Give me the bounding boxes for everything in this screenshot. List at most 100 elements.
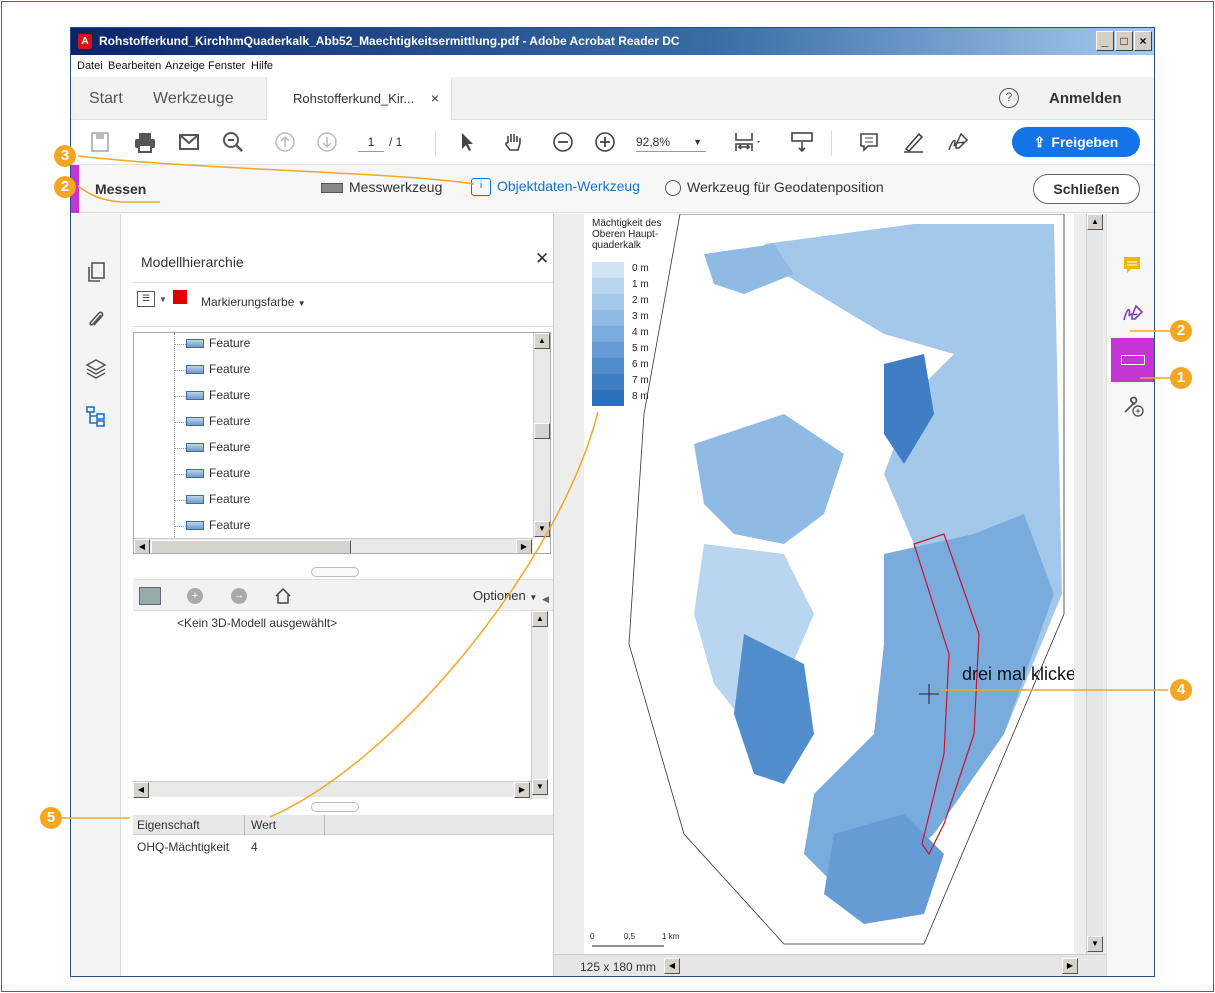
help-icon[interactable]: ?: [999, 88, 1019, 108]
collapse-all-icon[interactable]: →: [231, 588, 247, 604]
scroll-down-button[interactable]: ▼: [534, 521, 550, 537]
scroll-up-button[interactable]: ▲: [1087, 214, 1103, 230]
horizontal-scroll-thumb[interactable]: [151, 540, 351, 553]
scroll-right-button[interactable]: ▶: [1062, 958, 1078, 974]
save-icon[interactable]: [89, 130, 111, 154]
highlight-pen-icon[interactable]: [901, 130, 927, 154]
tab-werkzeuge[interactable]: Werkzeuge: [153, 77, 234, 120]
tab-start[interactable]: Start: [89, 77, 123, 120]
tree-feature-item[interactable]: Feature: [186, 440, 250, 458]
collapse-panel-icon[interactable]: ◀: [542, 594, 549, 605]
comment-icon[interactable]: [857, 130, 881, 154]
geo-location-tool-button[interactable]: Werkzeug für Geodatenposition: [665, 179, 884, 197]
menu-hilfe[interactable]: Hilfe: [251, 60, 273, 72]
property-table-header: Eigenschaft Wert: [133, 815, 553, 835]
scroll-down-button[interactable]: ▼: [532, 779, 548, 795]
anmelden-link[interactable]: Anmelden: [1049, 77, 1122, 120]
document-vertical-scrollbar[interactable]: ▲ ▼: [1086, 214, 1103, 954]
close-panel-icon[interactable]: ✕: [535, 249, 549, 269]
status-bar: 125 x 180 mm ◀ ▶: [554, 954, 1106, 976]
feature-icon: [186, 339, 204, 349]
callout-2-right: 2: [1170, 320, 1192, 342]
page-number-input[interactable]: 1: [358, 132, 384, 152]
callout-1: 1: [1170, 367, 1192, 389]
layers-icon[interactable]: [84, 356, 108, 380]
zoom-search-icon[interactable]: [221, 130, 245, 154]
tree-feature-item[interactable]: Feature: [186, 518, 250, 536]
property-column-header[interactable]: Eigenschaft: [133, 815, 245, 835]
feature-icon: [186, 443, 204, 453]
scroll-up-button[interactable]: ▲: [534, 333, 550, 349]
tree-feature-item[interactable]: Feature: [186, 336, 250, 354]
attachment-icon[interactable]: [84, 308, 108, 332]
expand-all-icon[interactable]: +: [187, 588, 203, 604]
menu-bearbeiten[interactable]: Bearbeiten: [108, 60, 161, 72]
scroll-right-button[interactable]: ▶: [516, 539, 532, 553]
measure-tool-active-button[interactable]: [1111, 338, 1154, 382]
panel-splitter-handle[interactable]: [311, 567, 359, 577]
menu-fenster[interactable]: Fenster: [208, 60, 245, 72]
mail-icon[interactable]: [177, 130, 201, 154]
more-tools-icon[interactable]: [1121, 394, 1145, 418]
options-menu[interactable]: Optionen ▼: [473, 588, 537, 603]
model-list[interactable]: <Kein 3D-Modell ausgewählt> ▲ ▼: [133, 611, 553, 799]
marker-color-dropdown[interactable]: Markierungsfarbe ▼: [201, 295, 306, 309]
zoom-dropdown-icon: ▼: [693, 137, 702, 147]
tree-options-dropdown-icon[interactable]: ▼: [159, 295, 167, 304]
fill-sign-icon[interactable]: [1121, 302, 1145, 324]
pages-icon[interactable]: [84, 260, 108, 284]
select-cursor-icon[interactable]: [457, 130, 477, 154]
home-icon[interactable]: [273, 586, 293, 606]
print-icon[interactable]: [133, 130, 157, 154]
tree-vertical-scrollbar[interactable]: ▲ ▼: [533, 333, 550, 538]
tree-feature-item[interactable]: Feature: [186, 362, 250, 380]
scroll-right-button[interactable]: ▶: [514, 782, 530, 798]
thickness-map[interactable]: [584, 214, 1074, 954]
scroll-left-button[interactable]: ◀: [134, 539, 150, 553]
measure-tool-button[interactable]: Messwerkzeug: [321, 179, 442, 195]
close-measure-button[interactable]: Schließen: [1033, 174, 1140, 204]
close-window-button[interactable]: ×: [1134, 31, 1152, 51]
scroll-thumb[interactable]: [534, 423, 550, 439]
title-bar[interactable]: A Rohstofferkund_KirchhmQuaderkalk_Abb52…: [71, 28, 1154, 55]
model-view-icon[interactable]: [139, 587, 161, 605]
marker-color-swatch[interactable]: [173, 290, 187, 304]
model-tree-icon[interactable]: [84, 404, 108, 428]
minimize-button[interactable]: _: [1096, 31, 1114, 51]
zoom-select[interactable]: 92,8% ▼: [636, 132, 706, 152]
panel-splitter-handle[interactable]: [311, 802, 359, 812]
zoom-in-icon[interactable]: [593, 130, 617, 154]
tree-horizontal-scrollbar[interactable]: ◀ ▶: [134, 538, 533, 553]
model-list-horizontal-scrollbar[interactable]: ◀ ▶: [133, 781, 531, 798]
tree-feature-item[interactable]: Feature: [186, 414, 250, 432]
scroll-left-button[interactable]: ◀: [133, 782, 149, 798]
zoom-out-icon[interactable]: [551, 130, 575, 154]
object-data-tool-button[interactable]: i Objektdaten-Werkzeug: [471, 178, 640, 197]
value-column-header[interactable]: Wert: [245, 815, 325, 835]
page-down-icon[interactable]: [315, 130, 339, 154]
scroll-up-button[interactable]: ▲: [532, 611, 548, 627]
tab-document[interactable]: Rohstofferkund_Kir... ×: [266, 77, 452, 120]
share-button[interactable]: ⇪ Freigeben: [1012, 127, 1140, 157]
menu-datei[interactable]: Datei: [77, 60, 103, 72]
comment-tool-icon[interactable]: [1121, 254, 1143, 276]
pdf-page[interactable]: Mächtigkeit des Oberen Haupt- quaderkalk…: [584, 214, 1074, 954]
scroll-left-button[interactable]: ◀: [664, 958, 680, 974]
tree-feature-item[interactable]: Feature: [186, 492, 250, 510]
model-tree[interactable]: Feature Feature Feature Feature Feature …: [133, 332, 551, 554]
hand-icon[interactable]: [501, 130, 525, 154]
tree-feature-item[interactable]: Feature: [186, 466, 250, 484]
menu-anzeige[interactable]: Anzeige: [165, 60, 205, 72]
close-tab-icon[interactable]: ×: [431, 77, 439, 120]
document-view[interactable]: ◀ Mächtigkeit des Oberen Haupt- quaderka…: [542, 214, 1106, 976]
model-list-vertical-scrollbar[interactable]: ▲ ▼: [531, 611, 548, 799]
page-up-icon[interactable]: [273, 130, 297, 154]
scroll-down-button[interactable]: ▼: [1087, 936, 1103, 952]
scroll-mode-icon[interactable]: [789, 130, 815, 154]
feature-icon: [186, 417, 204, 427]
tree-options-icon[interactable]: ☰: [137, 291, 155, 307]
tree-feature-item[interactable]: Feature: [186, 388, 250, 406]
sign-icon[interactable]: [945, 130, 973, 154]
fit-page-icon[interactable]: [733, 130, 763, 154]
maximize-button[interactable]: □: [1115, 31, 1133, 51]
